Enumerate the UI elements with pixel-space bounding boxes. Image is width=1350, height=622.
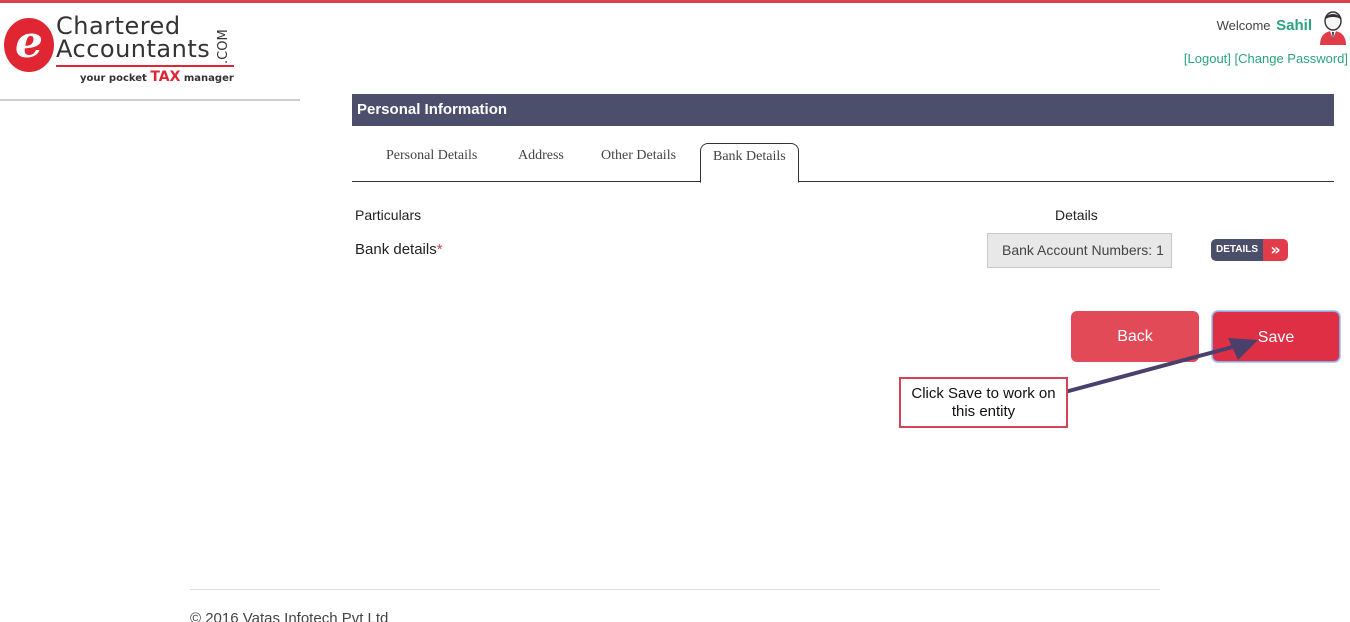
tagline-prefix: your pocket: [80, 73, 147, 84]
logo-underline: [56, 65, 234, 67]
column-header-details: Details: [1055, 207, 1098, 223]
brand-logo[interactable]: e Chartered Accountants .COM your pocket…: [4, 12, 244, 86]
change-password-link[interactable]: [Change Password]: [1235, 51, 1348, 66]
callout-line2: this entity: [951, 403, 1016, 420]
callout-arrow-icon: [1064, 338, 1258, 394]
tab-personal-details[interactable]: Personal Details: [374, 143, 489, 181]
details-button[interactable]: DETAILS »: [1211, 239, 1288, 261]
welcome-text: Welcome Sahil: [1217, 17, 1312, 34]
tagline-tax: TAX: [150, 69, 181, 85]
logo-com: .COM: [216, 29, 231, 64]
bank-details-label: Bank details*: [355, 241, 443, 258]
logout-link[interactable]: [Logout]: [1184, 51, 1231, 66]
tagline-suffix: manager: [183, 73, 234, 84]
tab-other-details[interactable]: Other Details: [589, 143, 688, 181]
details-button-label: DETAILS: [1211, 239, 1263, 261]
tab-bank-details[interactable]: Bank Details: [700, 143, 799, 183]
footer-divider: [190, 589, 1160, 590]
account-links: [Logout] [Change Password]: [1184, 51, 1348, 66]
bank-account-numbers-field[interactable]: Bank Account Numbers: 1: [987, 233, 1172, 268]
logo-text-line2: Accountants: [56, 35, 211, 63]
double-chevron-right-icon: »: [1263, 239, 1288, 261]
logo-e-mark: e: [4, 18, 54, 72]
logo-tagline: your pocket TAX manager: [80, 69, 234, 85]
username: Sahil: [1276, 17, 1312, 34]
tab-bar: Personal Details Address Other Details B…: [352, 143, 1334, 183]
callout-line1: Click Save to work on: [911, 385, 1056, 402]
tooltip-callout: Click Save to work on this entity: [899, 377, 1068, 428]
column-header-particulars: Particulars: [355, 207, 422, 223]
panel-title: Personal Information: [352, 94, 1334, 126]
tab-address[interactable]: Address: [506, 143, 576, 181]
sidebar-divider: [0, 99, 300, 101]
avatar: [1316, 9, 1350, 45]
bank-details-label-text: Bank details: [355, 241, 437, 258]
required-marker: *: [436, 241, 443, 258]
top-accent-bar: [0, 0, 1350, 3]
welcome-label: Welcome: [1216, 18, 1271, 33]
footer-copyright: © 2016 Vatas Infotech Pvt Ltd: [190, 610, 389, 622]
user-avatar-icon: [1320, 11, 1346, 45]
